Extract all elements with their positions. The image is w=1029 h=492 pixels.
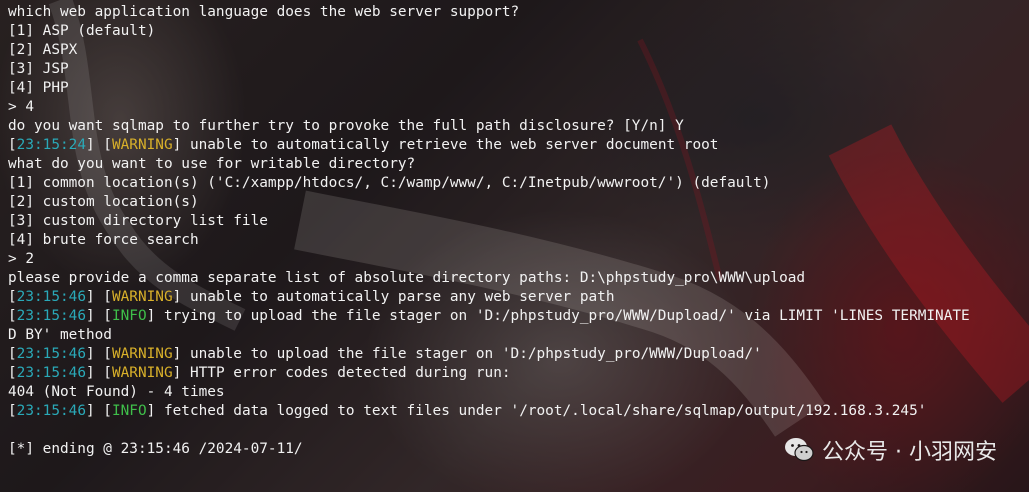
text-segment: ] [	[85, 346, 112, 362]
text-segment: [3] JSP	[8, 61, 69, 77]
text-segment: [	[8, 137, 17, 153]
text-segment: [	[8, 289, 17, 305]
text-segment: ] trying to upload the file stager on 'D…	[146, 308, 970, 324]
text-segment: ] unable to automatically parse any web …	[172, 289, 615, 305]
text-segment: please provide a comma separate list of …	[8, 270, 806, 286]
terminal-line: what do you want to use for writable dir…	[8, 155, 1023, 174]
timestamp: 23:15:24	[16, 137, 86, 153]
timestamp: 23:15:46	[16, 403, 86, 419]
terminal-line: [1] ASP (default)	[8, 22, 1023, 41]
text-segment: > 2	[8, 251, 34, 267]
terminal-line: do you want sqlmap to further try to pro…	[8, 117, 1023, 136]
text-segment: [	[8, 365, 17, 381]
terminal-line: 404 (Not Found) - 4 times	[8, 383, 1023, 402]
terminal-line: [23:15:46] [WARNING] unable to automatic…	[8, 288, 1023, 307]
text-segment: [	[8, 308, 17, 324]
text-segment: ] [	[85, 289, 112, 305]
info-tag: INFO	[111, 308, 147, 324]
terminal-line: D BY' method	[8, 326, 1023, 345]
terminal-output: which web application language does the …	[8, 3, 1023, 459]
text-segment: [3] custom directory list file	[8, 213, 268, 229]
text-segment: > 4	[8, 99, 34, 115]
text-segment: ] unable to automatically retrieve the w…	[172, 137, 719, 153]
text-segment: [1] ASP (default)	[8, 23, 156, 39]
watermark: 公众号 · 小羽网安	[784, 434, 997, 466]
text-segment: ] [	[85, 308, 112, 324]
info-tag: INFO	[111, 403, 147, 419]
terminal-line: [1] common location(s) ('C:/xampp/htdocs…	[8, 174, 1023, 193]
text-segment: ] [	[85, 365, 112, 381]
text-segment: [2] ASPX	[8, 42, 78, 58]
timestamp: 23:15:46	[16, 308, 86, 324]
text-segment: ] [	[85, 137, 112, 153]
text-segment: [4] brute force search	[8, 232, 199, 248]
terminal-line: [3] JSP	[8, 60, 1023, 79]
terminal-line: [3] custom directory list file	[8, 212, 1023, 231]
text-segment: do you want sqlmap to further try to pro…	[8, 118, 684, 134]
text-segment: 404 (Not Found) - 4 times	[8, 384, 225, 400]
terminal-line: [23:15:46] [INFO] fetched data logged to…	[8, 402, 1023, 421]
terminal-line: [4] PHP	[8, 79, 1023, 98]
timestamp: 23:15:46	[16, 289, 86, 305]
terminal-line: > 2	[8, 250, 1023, 269]
warning-tag: WARNING	[111, 137, 173, 153]
wechat-icon	[785, 438, 814, 462]
text-segment: [	[8, 346, 17, 362]
text-segment: ] fetched data logged to text files unde…	[146, 403, 927, 419]
timestamp: 23:15:46	[16, 365, 86, 381]
terminal-line: [2] ASPX	[8, 41, 1023, 60]
text-segment: ] [	[85, 403, 112, 419]
text-segment: [1] common location(s) ('C:/xampp/htdocs…	[8, 175, 771, 191]
text-segment: [*] ending @ 23:15:46 /2024-07-11/	[8, 441, 303, 457]
text-segment: ] unable to upload the file stager on 'D…	[172, 346, 762, 362]
terminal-line: [23:15:46] [WARNING] HTTP error codes de…	[8, 364, 1023, 383]
warning-tag: WARNING	[111, 289, 173, 305]
text-segment: what do you want to use for writable dir…	[8, 156, 416, 172]
text-segment: [	[8, 403, 17, 419]
terminal-line: please provide a comma separate list of …	[8, 269, 1023, 288]
terminal-line: [23:15:24] [WARNING] unable to automatic…	[8, 136, 1023, 155]
terminal-line: [23:15:46] [WARNING] unable to upload th…	[8, 345, 1023, 364]
text-segment: D BY' method	[8, 327, 112, 343]
text-segment: which web application language does the …	[8, 4, 520, 20]
text-segment: [2] custom location(s)	[8, 194, 199, 210]
warning-tag: WARNING	[111, 346, 173, 362]
terminal-line: [23:15:46] [INFO] trying to upload the f…	[8, 307, 1023, 326]
terminal-window[interactable]: which web application language does the …	[0, 0, 1029, 492]
warning-tag: WARNING	[111, 365, 173, 381]
terminal-line: [4] brute force search	[8, 231, 1023, 250]
text-segment: ] HTTP error codes detected during run:	[172, 365, 511, 381]
watermark-text: 公众号 · 小羽网安	[822, 440, 997, 465]
text-segment: [4] PHP	[8, 80, 69, 96]
timestamp: 23:15:46	[16, 346, 86, 362]
terminal-line: [2] custom location(s)	[8, 193, 1023, 212]
terminal-line: > 4	[8, 98, 1023, 117]
terminal-line: which web application language does the …	[8, 3, 1023, 22]
